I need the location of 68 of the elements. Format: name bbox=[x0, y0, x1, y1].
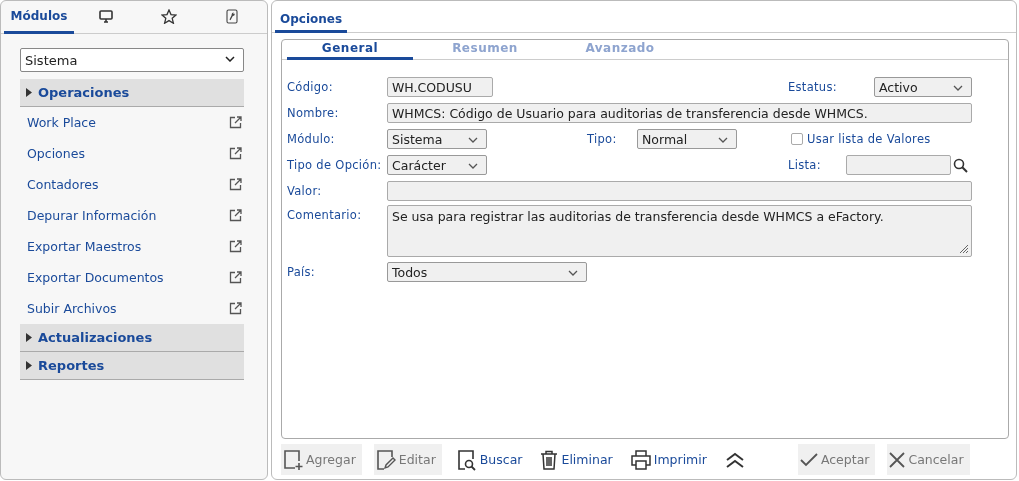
caret-right-icon bbox=[26, 361, 32, 370]
comment-textarea[interactable]: Se usa para registrar las auditorias de transferencia desde WHMCS a eFactory. bbox=[387, 205, 972, 257]
search-icon[interactable] bbox=[953, 157, 968, 173]
menu-link[interactable]: Exportar Maestros bbox=[27, 239, 142, 254]
menu-link[interactable]: Opciones bbox=[27, 146, 85, 161]
monitor-icon bbox=[98, 9, 113, 23]
dropdown-field[interactable]: Carácter bbox=[387, 155, 487, 175]
chevron-down-icon bbox=[468, 137, 478, 143]
external-link-icon[interactable] bbox=[229, 209, 242, 222]
menu-link[interactable]: Subir Archivos bbox=[27, 301, 117, 316]
external-link-icon[interactable] bbox=[229, 147, 242, 160]
caret-right-icon bbox=[26, 88, 32, 97]
dropdown-field[interactable]: Todos bbox=[387, 262, 587, 282]
field-label: Lista: bbox=[788, 158, 822, 172]
checkbox-label: Usar lista de Valores bbox=[807, 132, 931, 146]
field-label: País: bbox=[287, 265, 317, 279]
external-link-icon[interactable] bbox=[229, 116, 242, 129]
checkbox[interactable] bbox=[791, 133, 803, 145]
section-header[interactable]: Reportes bbox=[20, 352, 244, 380]
dropdown-field[interactable]: Sistema bbox=[387, 129, 487, 149]
double-chevron-up-icon bbox=[724, 451, 745, 468]
field-label: Valor: bbox=[287, 184, 323, 198]
search-document-icon bbox=[456, 448, 477, 471]
field-label: Tipo de Opción: bbox=[287, 158, 383, 172]
input-field[interactable] bbox=[387, 181, 972, 201]
resize-grip-icon[interactable] bbox=[959, 244, 969, 254]
printer-icon bbox=[630, 449, 651, 470]
menu-link[interactable]: Depurar Información bbox=[27, 208, 157, 223]
external-link-icon[interactable] bbox=[229, 240, 242, 253]
trash-icon bbox=[540, 449, 559, 470]
check-icon bbox=[799, 452, 818, 467]
toolbar-button[interactable]: Eliminar bbox=[537, 444, 616, 475]
chevron-down-icon bbox=[468, 163, 478, 169]
star-icon bbox=[161, 8, 177, 24]
section-header[interactable]: Operaciones bbox=[20, 79, 244, 107]
options-tab[interactable]: Opciones bbox=[275, 12, 348, 33]
toolbar-button[interactable]: Buscar bbox=[453, 444, 526, 475]
field-label: Estatus: bbox=[788, 80, 838, 94]
input-field[interactable]: WH.CODUSU bbox=[387, 77, 493, 97]
menu-link[interactable]: Exportar Documentos bbox=[27, 270, 164, 285]
chevron-down-icon bbox=[568, 270, 578, 276]
field-label: Módulo: bbox=[287, 132, 336, 146]
external-link-icon[interactable] bbox=[229, 302, 242, 315]
field-label: Comentario: bbox=[287, 208, 363, 222]
dropdown-field[interactable]: Activo bbox=[874, 77, 972, 97]
toolbar-button[interactable]: Imprimir bbox=[627, 444, 710, 475]
menu-link[interactable]: Contadores bbox=[27, 177, 99, 192]
dropdown-field[interactable]: Normal bbox=[637, 129, 737, 149]
field-label: Tipo: bbox=[587, 132, 618, 146]
section-header[interactable]: Actualizaciones bbox=[20, 324, 244, 352]
module-select[interactable]: Sistema bbox=[20, 48, 244, 72]
caret-right-icon bbox=[26, 333, 32, 342]
input-field[interactable]: WHMCS: Código de Usuario para auditorias de transferencia desde WHMCS. bbox=[387, 103, 972, 123]
edit-icon bbox=[375, 448, 396, 471]
chevron-down-icon bbox=[718, 137, 728, 143]
external-link-icon[interactable] bbox=[229, 178, 242, 191]
input-field[interactable] bbox=[846, 155, 951, 175]
field-label: Código: bbox=[287, 80, 334, 94]
modules-tab[interactable]: Módulos bbox=[4, 1, 74, 34]
section-tab[interactable]: General bbox=[287, 40, 413, 60]
close-icon bbox=[889, 451, 906, 468]
wrench-icon bbox=[226, 8, 239, 24]
add-document-icon bbox=[283, 448, 303, 471]
chevron-down-icon bbox=[225, 56, 235, 62]
menu-link[interactable]: Work Place bbox=[27, 115, 96, 130]
field-label: Nombre: bbox=[287, 106, 340, 120]
chevron-down-icon bbox=[953, 85, 963, 91]
external-link-icon[interactable] bbox=[229, 271, 242, 284]
